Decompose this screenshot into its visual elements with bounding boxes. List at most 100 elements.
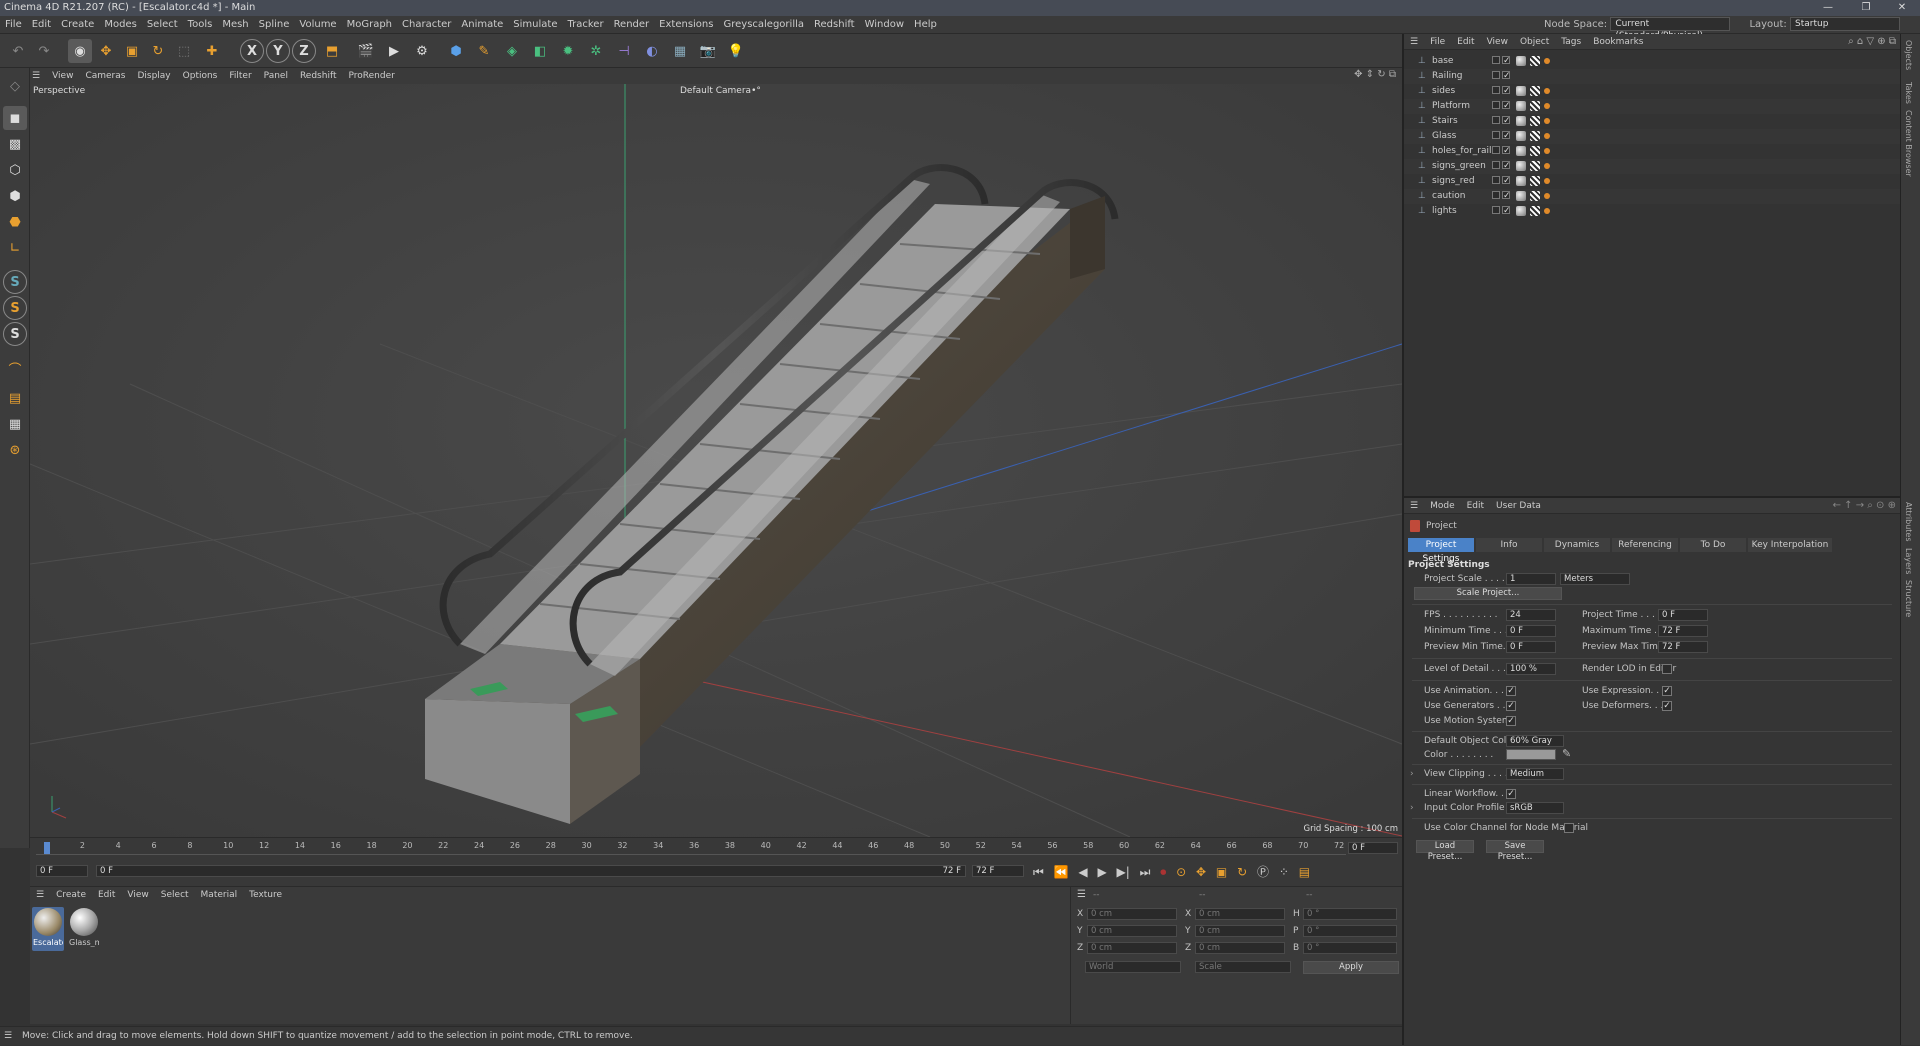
viewport-menu-panel[interactable]: Panel (258, 68, 294, 84)
menu-render[interactable]: Render (609, 16, 655, 34)
side-tab-content-browser[interactable]: Content Browser (1904, 110, 1913, 177)
edges-mode-icon[interactable]: ⬢ (3, 184, 27, 208)
viewport-3d[interactable]: Perspective Default Camera•° Grid Spacin… (30, 84, 1402, 837)
coord-scale-dropdown[interactable]: Scale (1195, 961, 1291, 973)
phong-tag-icon[interactable] (1544, 208, 1550, 214)
minimize-icon[interactable]: — (1812, 0, 1844, 16)
material-tag-icon[interactable] (1516, 161, 1526, 171)
viewport-menu-filter[interactable]: Filter (223, 68, 257, 84)
viewport-menu-view[interactable]: View (46, 68, 79, 84)
load-preset-button[interactable]: Load Preset... (1416, 840, 1474, 862)
material-tag-icon[interactable] (1516, 206, 1526, 216)
phong-tag-icon[interactable] (1544, 133, 1550, 139)
enable-toggle[interactable]: ✓ (1502, 131, 1511, 141)
object-hamburger-icon[interactable]: ☰ (1404, 34, 1424, 50)
next-frame-icon[interactable]: ▶| (1117, 865, 1130, 879)
spline-pen-icon[interactable]: ✎ (472, 39, 496, 63)
material-hamburger-icon[interactable]: ☰ (30, 887, 50, 903)
tab-to-do[interactable]: To Do (1680, 538, 1746, 552)
rot-h-field[interactable]: 0 ° (1303, 908, 1397, 920)
enable-toggle[interactable]: ✓ (1502, 191, 1511, 201)
render-settings-icon[interactable]: ⚙ (410, 39, 434, 63)
texture-tag-icon[interactable] (1530, 206, 1540, 216)
autokey-icon[interactable]: ⊙ (1176, 865, 1186, 879)
start-frame-field[interactable]: 0 F (36, 865, 88, 877)
scale-project-button[interactable]: Scale Project... (1414, 587, 1562, 600)
obj-menu-edit[interactable]: Edit (1451, 34, 1480, 50)
menu-mograph[interactable]: MoGraph (342, 16, 397, 34)
camera-label[interactable]: Default Camera•° (680, 86, 761, 96)
preview-max-field[interactable]: 72 F (1658, 641, 1708, 653)
min-time-field[interactable]: 0 F (1506, 625, 1556, 637)
render-lod-checkbox[interactable] (1662, 664, 1672, 674)
menu-character[interactable]: Character (397, 16, 456, 34)
max-time-field[interactable]: 72 F (1658, 625, 1708, 637)
material-tag-icon[interactable] (1516, 131, 1526, 141)
visibility-toggle[interactable] (1492, 71, 1500, 79)
texture-tag-icon[interactable] (1530, 116, 1540, 126)
texture-tag-icon[interactable] (1530, 191, 1540, 201)
menu-modes[interactable]: Modes (99, 16, 141, 34)
attr-menu-mode[interactable]: Mode (1424, 498, 1461, 514)
mat-menu-select[interactable]: Select (155, 887, 195, 903)
deformer-icon[interactable]: ✹ (556, 39, 580, 63)
viewport-menu-prorender[interactable]: ProRender (343, 68, 401, 84)
size-x-field[interactable]: 0 cm (1195, 908, 1285, 920)
side-tab-objects[interactable]: Objects (1904, 40, 1913, 70)
obj-menu-file[interactable]: File (1424, 34, 1451, 50)
visibility-toggle[interactable] (1492, 86, 1500, 94)
axis-y-button[interactable]: Y (266, 39, 290, 63)
obj-menu-object[interactable]: Object (1514, 34, 1555, 50)
current-frame-field[interactable]: 0 F (1348, 842, 1398, 854)
lock-workplane-icon[interactable]: ⊛ (3, 438, 27, 462)
visibility-toggle[interactable] (1492, 131, 1500, 139)
magnet-icon[interactable]: ⌒ (3, 356, 27, 380)
undo-icon[interactable]: ↶ (6, 39, 30, 63)
key-pos-icon[interactable]: ✥ (1196, 865, 1206, 879)
menu-select[interactable]: Select (142, 16, 183, 34)
mograph-icon[interactable]: ✲ (584, 39, 608, 63)
object-row[interactable]: ⊥ holes_for_rails ✓ (1404, 144, 1900, 159)
texture-tag-icon[interactable] (1530, 176, 1540, 186)
key-rot-icon[interactable]: ↻ (1237, 865, 1247, 879)
pos-x-field[interactable]: 0 cm (1087, 908, 1177, 920)
live-selection-icon[interactable]: ◉ (68, 39, 92, 63)
lod-field[interactable]: 100 % (1506, 663, 1556, 675)
view-clipping-dropdown[interactable]: Medium (1506, 768, 1564, 780)
linear-workflow-checkbox[interactable]: ✓ (1506, 789, 1516, 799)
mat-menu-create[interactable]: Create (50, 887, 92, 903)
viewport-nav-icons[interactable]: ✥ ⇕ ↻ ⧉ (1354, 69, 1396, 80)
phong-tag-icon[interactable] (1544, 178, 1550, 184)
make-editable-icon[interactable]: ◇ (3, 74, 27, 98)
use-expression-checkbox[interactable]: ✓ (1662, 686, 1672, 696)
object-row[interactable]: ⊥ Railing ✓ (1404, 69, 1900, 84)
project-time-field[interactable]: 0 F (1658, 609, 1708, 621)
rotate-icon[interactable]: ↻ (146, 39, 170, 63)
snap-s3-button[interactable]: S (3, 322, 27, 346)
material-tag-icon[interactable] (1516, 101, 1526, 111)
side-tab-takes[interactable]: Takes (1904, 82, 1913, 104)
viewport-menu-redshift[interactable]: Redshift (294, 68, 343, 84)
polygons-mode-icon[interactable]: ⬣ (3, 210, 27, 234)
attr-menu-user-data[interactable]: User Data (1490, 498, 1547, 514)
default-color-dropdown[interactable]: 60% Gray (1506, 735, 1564, 747)
obj-menu-tags[interactable]: Tags (1555, 34, 1587, 50)
object-row[interactable]: ⊥ lights ✓ (1404, 204, 1900, 219)
menu-tracker[interactable]: Tracker (562, 16, 608, 34)
viewport-menu-options[interactable]: Options (177, 68, 224, 84)
tab-referencing[interactable]: Referencing (1612, 538, 1678, 552)
object-row[interactable]: ⊥ signs_red ✓ (1404, 174, 1900, 189)
size-y-field[interactable]: 0 cm (1195, 925, 1285, 937)
color-swatch[interactable] (1506, 749, 1556, 760)
use-animation-checkbox[interactable]: ✓ (1506, 686, 1516, 696)
menu-create[interactable]: Create (56, 16, 99, 34)
view-clipping-expand-icon[interactable]: › (1410, 769, 1414, 779)
sculpt-icon[interactable]: ◐ (640, 39, 664, 63)
rot-b-field[interactable]: 0 ° (1303, 942, 1397, 954)
mat-menu-material[interactable]: Material (195, 887, 244, 903)
pos-y-field[interactable]: 0 cm (1087, 925, 1177, 937)
enable-toggle[interactable]: ✓ (1502, 176, 1511, 186)
select-tool-icon[interactable]: ⬚ (172, 39, 196, 63)
enable-toggle[interactable]: ✓ (1502, 206, 1511, 216)
material-tag-icon[interactable] (1516, 176, 1526, 186)
